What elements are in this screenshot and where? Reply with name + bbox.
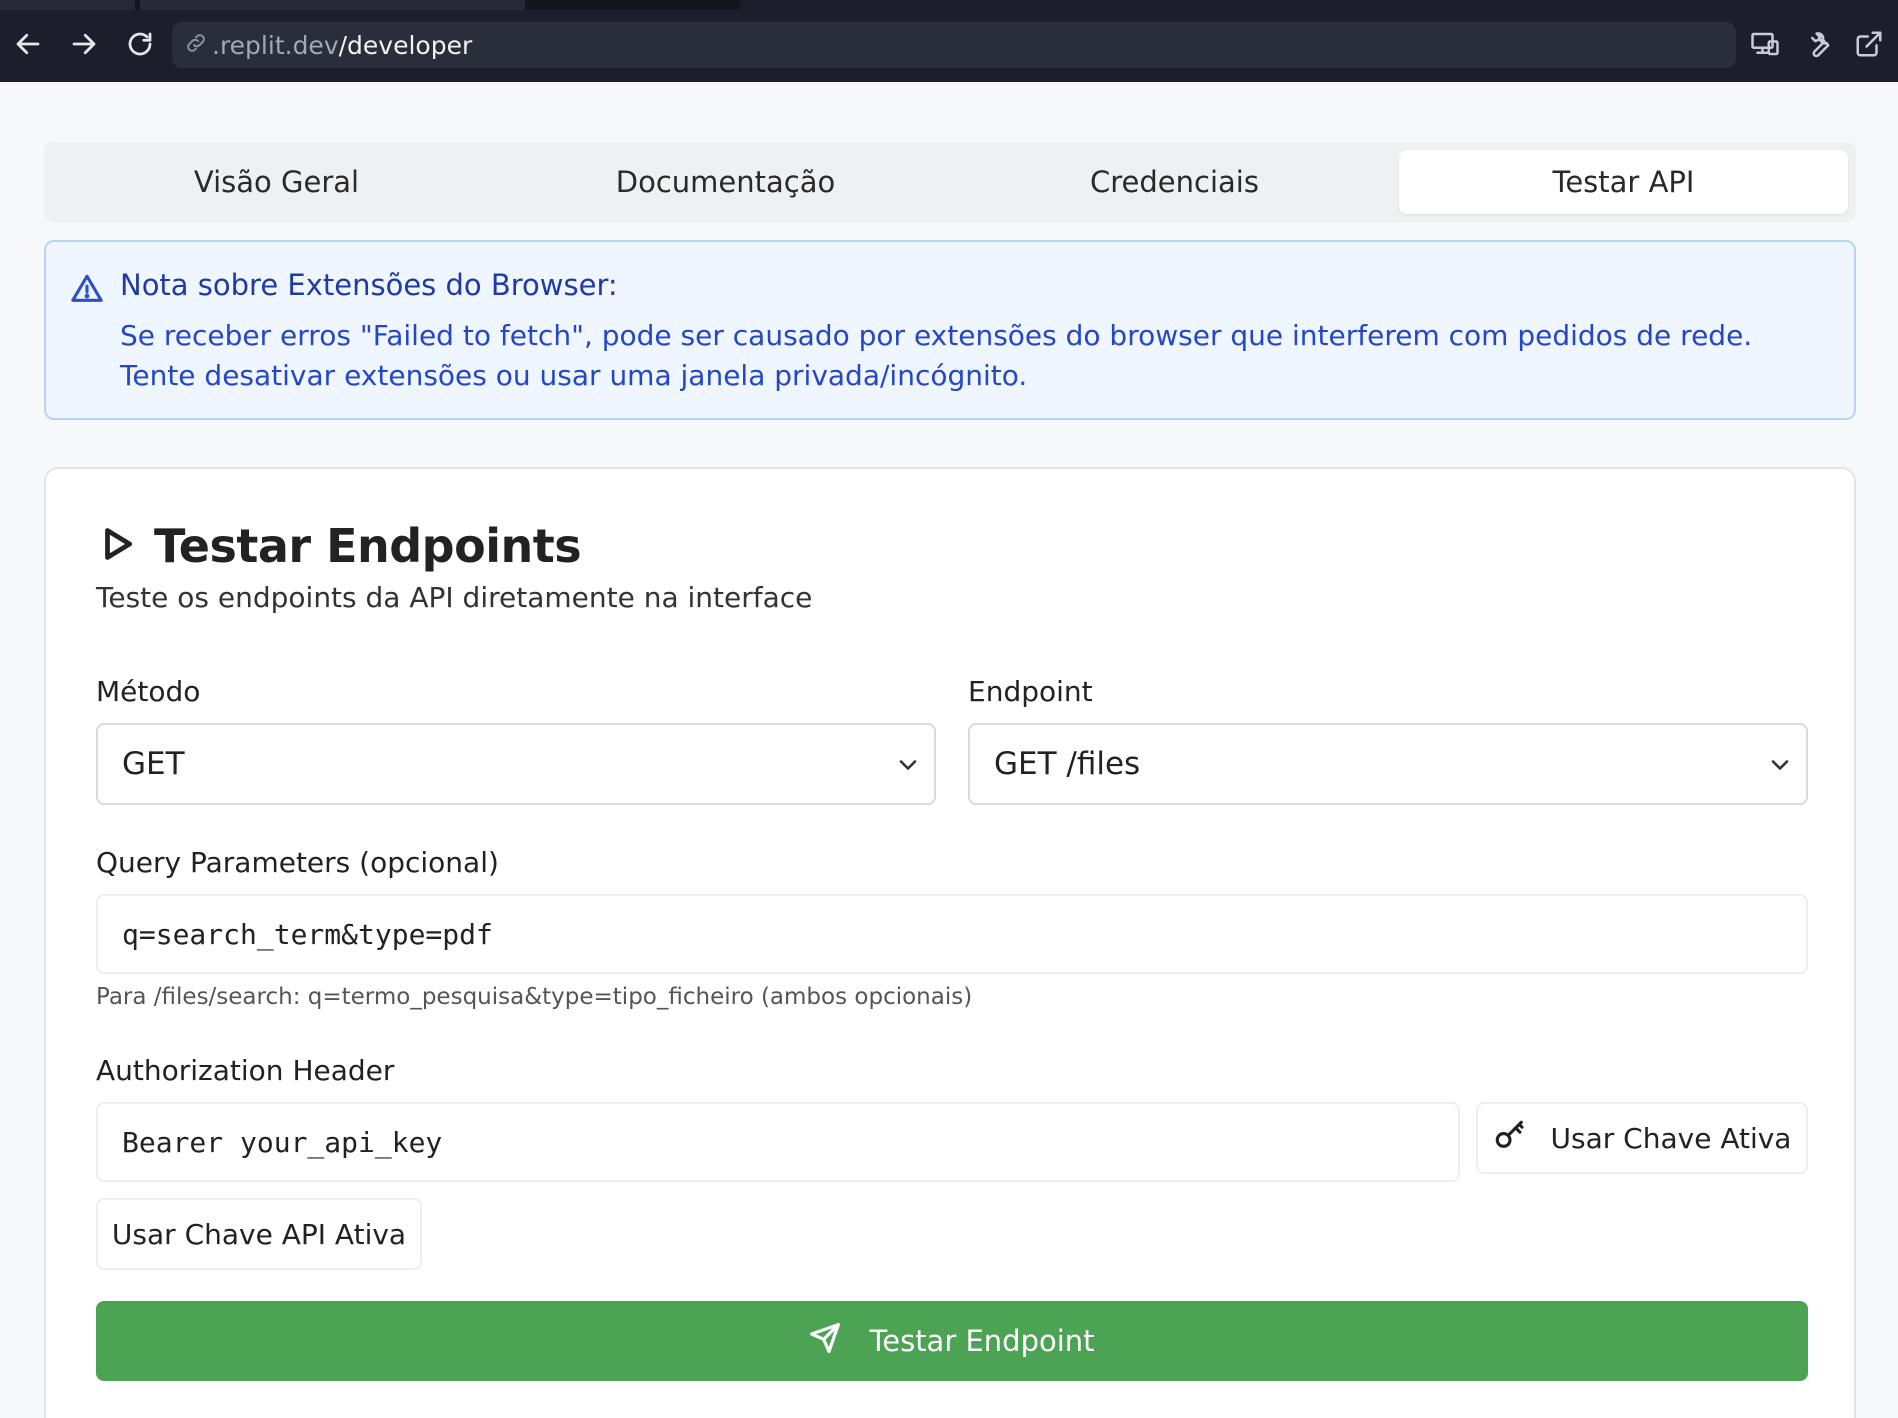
wrench-icon[interactable] bbox=[1798, 24, 1836, 64]
method-select-value: GET bbox=[122, 746, 185, 782]
reload-icon[interactable] bbox=[122, 26, 158, 62]
use-active-api-key-label: Usar Chave API Ativa bbox=[111, 1217, 407, 1251]
chevron-down-icon bbox=[894, 751, 922, 779]
card-subtitle: Teste os endpoints da API diretamente na… bbox=[96, 581, 813, 614]
tab-visao-geral[interactable]: Visão Geral bbox=[52, 150, 501, 214]
endpoint-select[interactable]: GET /files bbox=[968, 723, 1808, 805]
test-endpoint-label: Testar Endpoint bbox=[869, 1324, 1095, 1358]
test-endpoints-card: Testar Endpoints Teste os endpoints da A… bbox=[44, 467, 1856, 1418]
url-bar[interactable]: .replit.dev /developer bbox=[172, 22, 1736, 68]
section-tabs: Visão Geral Documentação Credenciais Tes… bbox=[44, 142, 1856, 222]
authorization-input[interactable]: Bearer your_api_key bbox=[96, 1102, 1460, 1182]
browser-tab-strip bbox=[0, 0, 1898, 10]
browser-toolbar: .replit.dev /developer bbox=[0, 0, 1898, 82]
back-arrow-icon[interactable] bbox=[10, 26, 46, 62]
card-title: Testar Endpoints bbox=[154, 519, 582, 573]
query-params-hint: Para /files/search: q=termo_pesquisa&typ… bbox=[96, 984, 973, 1010]
play-icon bbox=[98, 524, 136, 568]
use-active-key-label: Usar Chave Ativa bbox=[1550, 1121, 1792, 1155]
query-params-input[interactable]: q=search_term&type=pdf bbox=[96, 894, 1808, 974]
alert-title: Nota sobre Extensões do Browser: bbox=[120, 268, 618, 302]
test-endpoint-button[interactable]: Testar Endpoint bbox=[96, 1301, 1808, 1381]
url-domain: .replit.dev bbox=[212, 30, 339, 60]
endpoint-select-value: GET /files bbox=[994, 746, 1141, 782]
external-link-icon[interactable] bbox=[1850, 24, 1888, 64]
method-select[interactable]: GET bbox=[96, 723, 936, 805]
authorization-label: Authorization Header bbox=[96, 1054, 395, 1087]
use-active-api-key-button[interactable]: Usar Chave API Ativa bbox=[96, 1198, 422, 1270]
tab-documentacao[interactable]: Documentação bbox=[501, 150, 950, 214]
alert-body: Se receber erros "Failed to fetch", pode… bbox=[120, 319, 1753, 392]
endpoint-label: Endpoint bbox=[968, 675, 1093, 708]
forward-arrow-icon[interactable] bbox=[66, 26, 102, 62]
warning-triangle-icon bbox=[70, 272, 104, 306]
authorization-value: Bearer your_api_key bbox=[122, 1125, 443, 1159]
query-params-value: q=search_term&type=pdf bbox=[122, 917, 493, 951]
url-path: /developer bbox=[338, 30, 473, 60]
send-icon bbox=[809, 1322, 841, 1361]
devices-icon[interactable] bbox=[1746, 24, 1784, 64]
browser-extensions-alert: Nota sobre Extensões do Browser: Se rece… bbox=[44, 240, 1856, 420]
chevron-down-icon bbox=[1766, 751, 1794, 779]
tab-credenciais[interactable]: Credenciais bbox=[950, 150, 1399, 214]
query-params-label: Query Parameters (opcional) bbox=[96, 846, 499, 879]
tab-testar-api[interactable]: Testar API bbox=[1399, 150, 1848, 214]
use-active-key-button[interactable]: Usar Chave Ativa bbox=[1476, 1102, 1808, 1174]
link-icon bbox=[184, 31, 208, 59]
key-icon bbox=[1493, 1118, 1527, 1159]
method-label: Método bbox=[96, 675, 201, 708]
